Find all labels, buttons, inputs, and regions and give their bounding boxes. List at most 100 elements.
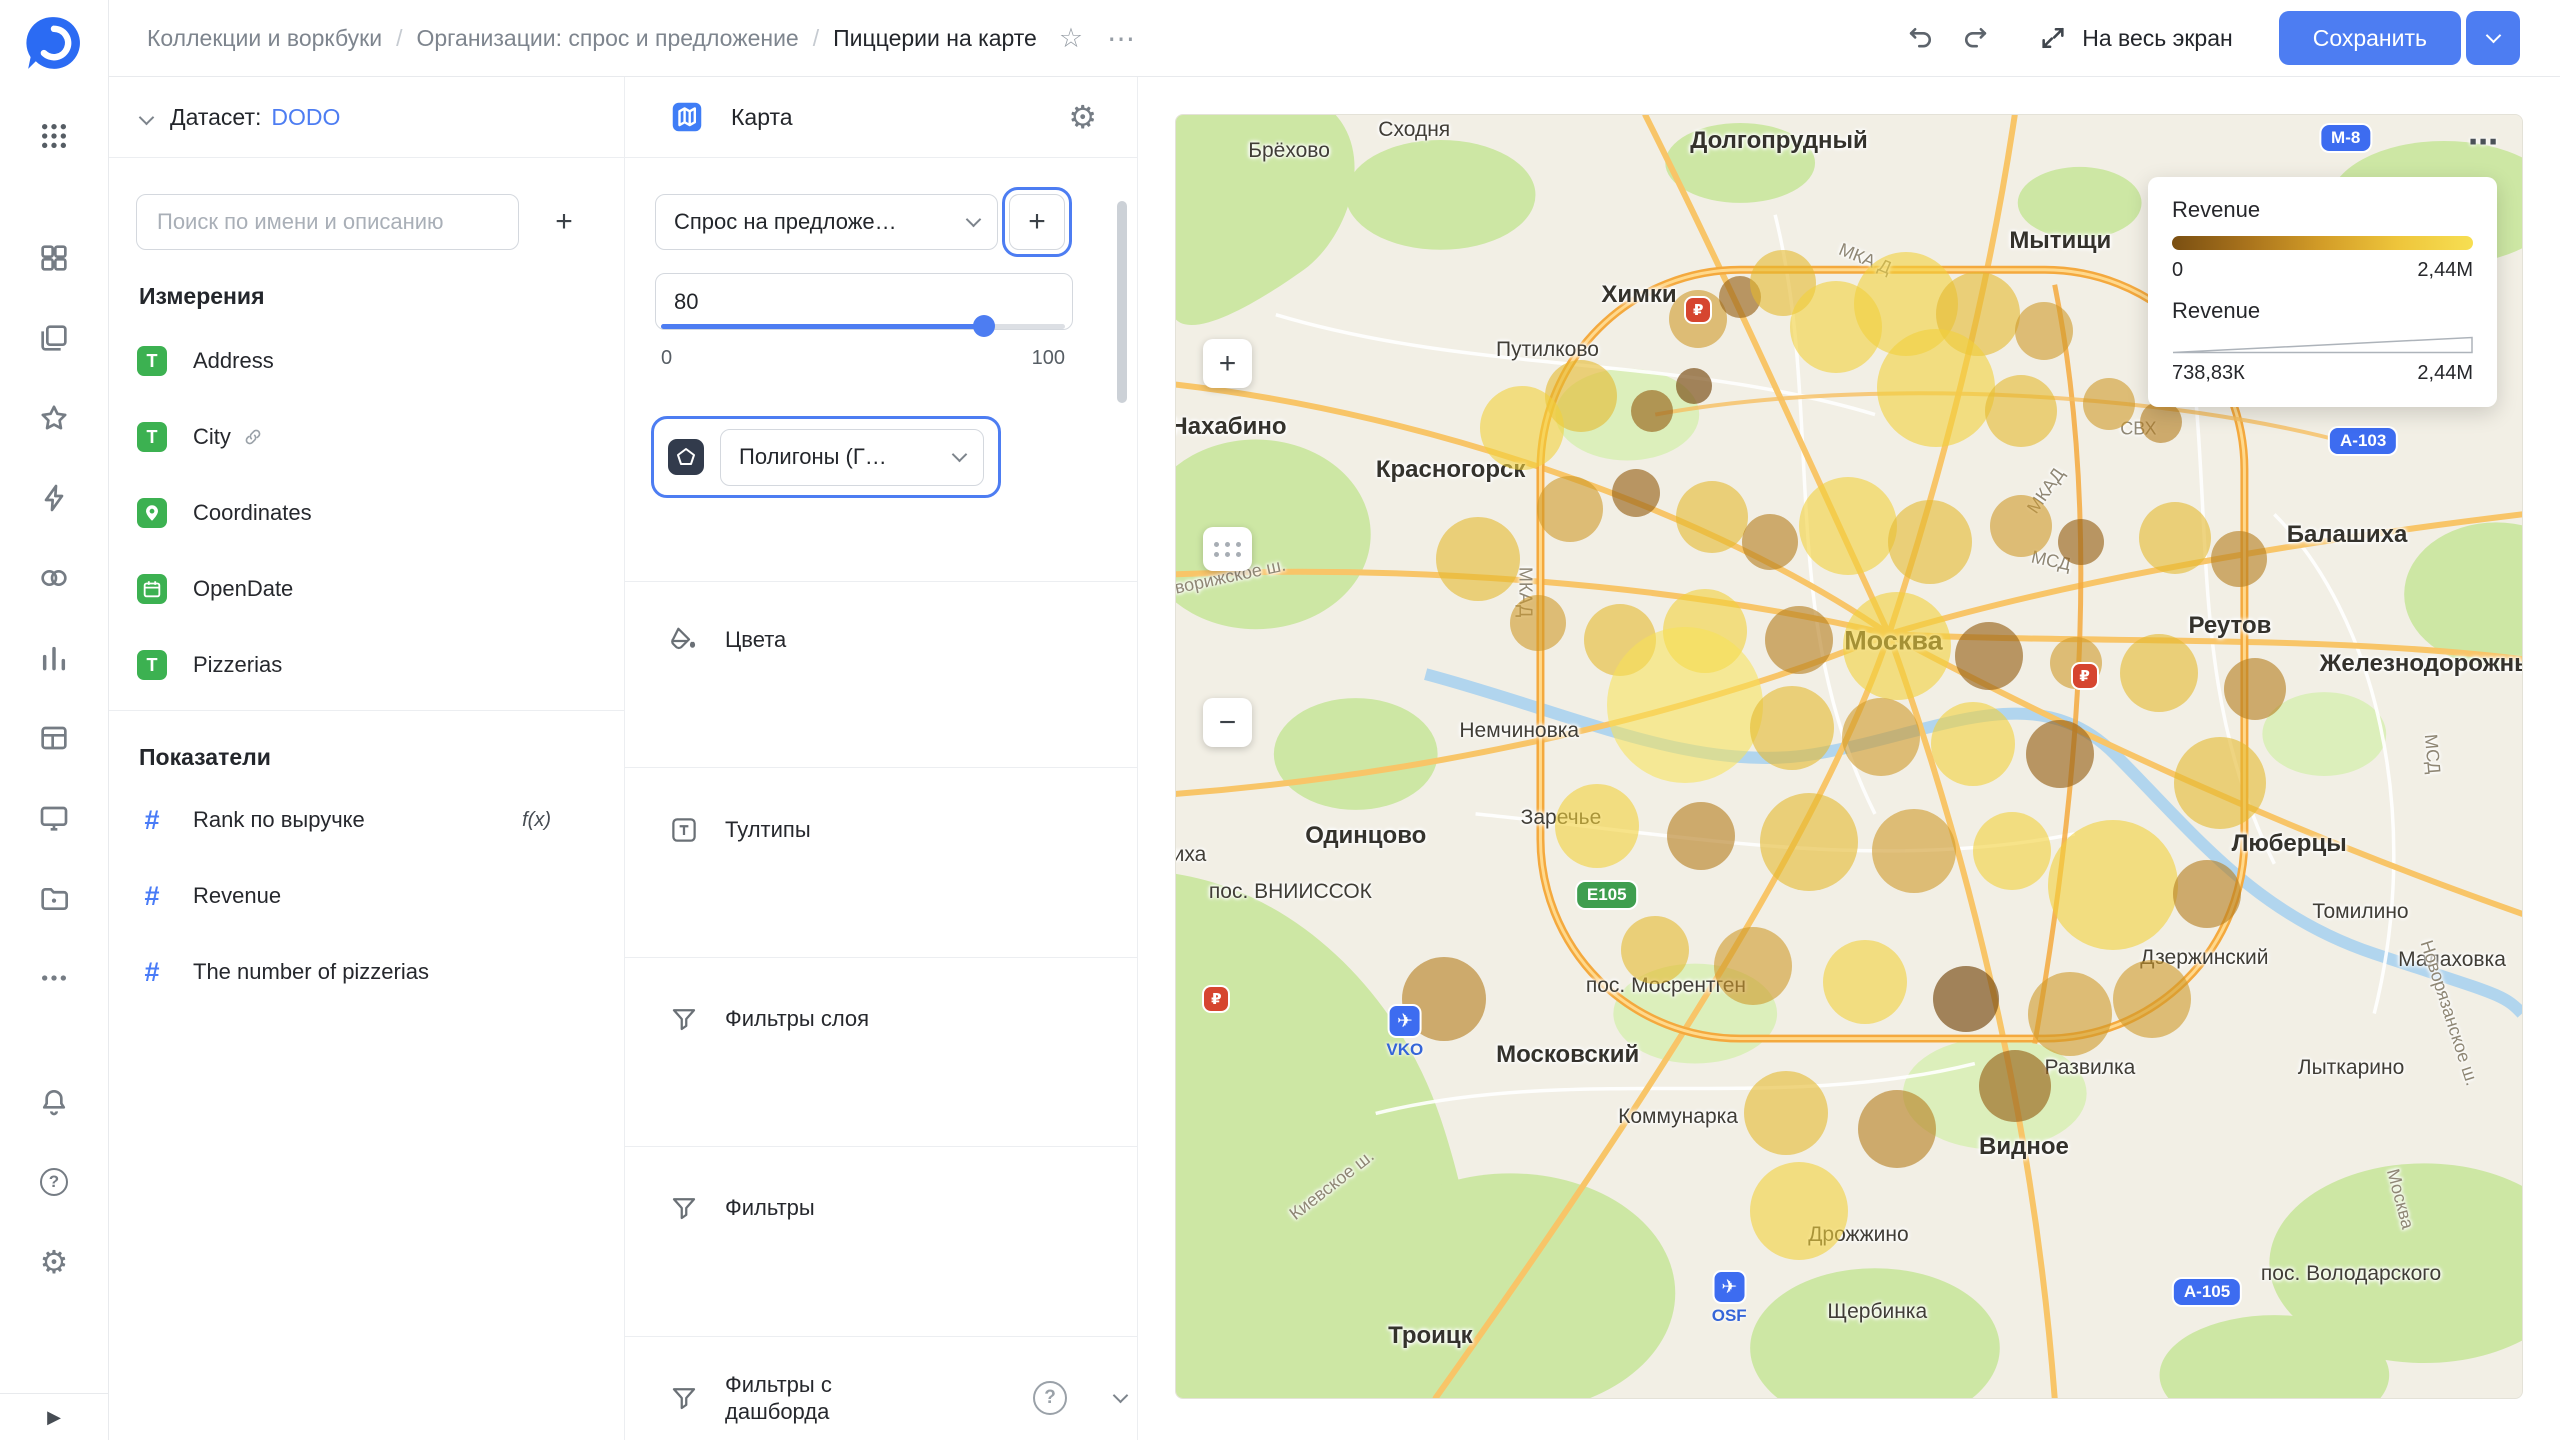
monitoring-icon[interactable]: [31, 796, 77, 840]
section-colors[interactable]: Цвета: [625, 608, 1136, 672]
field-row-revenue[interactable]: # Revenue: [109, 858, 623, 934]
opacity-slider-fill: [661, 324, 985, 329]
field-label: Coordinates: [193, 500, 312, 525]
divider: [625, 957, 1137, 958]
field-search-input[interactable]: [136, 194, 519, 250]
airport-poi[interactable]: ✈ OSF: [1711, 1269, 1747, 1326]
field-row-coordinates[interactable]: Coordinates: [109, 475, 623, 551]
section-label: Фильтры слоя: [725, 1006, 870, 1032]
dashboards-icon[interactable]: [31, 236, 77, 280]
opacity-value: 80: [674, 288, 699, 314]
divider: [625, 581, 1137, 582]
field-label: Rank по выручке: [193, 807, 365, 832]
add-layer-button[interactable]: +: [1009, 194, 1065, 250]
chevron-down-icon: [951, 446, 968, 463]
favorite-star-icon[interactable]: ☆: [1059, 23, 1083, 54]
geopoint-type-icon: [137, 498, 167, 528]
airport-poi[interactable]: ✈ VKO: [1386, 1004, 1423, 1060]
opacity-slider-handle[interactable]: [973, 315, 996, 337]
geotype-focus-ring: Полигоны (Г…: [651, 416, 1001, 498]
divider: [625, 767, 1137, 768]
field-row-city[interactable]: T City: [109, 399, 623, 475]
field-row-pizzerias[interactable]: T Pizzerias: [109, 627, 623, 703]
section-label: Фильтры: [725, 1195, 815, 1221]
fullscreen-label[interactable]: На весь экран: [2082, 25, 2233, 52]
legend-size-min: 738,83К: [2172, 362, 2245, 384]
left-rail: ? ⚙ ▶: [0, 0, 109, 1440]
field-label: OpenDate: [193, 576, 294, 601]
legend-gradient-bar: [2172, 236, 2473, 250]
opacity-input[interactable]: 80: [655, 273, 1073, 330]
redo-icon[interactable]: [1958, 21, 1992, 55]
map-more-icon[interactable]: ⋯: [2468, 125, 2500, 160]
field-label: Pizzerias: [193, 652, 283, 677]
field-row-address[interactable]: T Address: [109, 323, 623, 399]
collapse-rail-button[interactable]: ▶: [0, 1393, 108, 1440]
map-chart-icon[interactable]: [669, 99, 705, 135]
save-split-button: Сохранить: [2278, 11, 2520, 65]
zoom-out-button[interactable]: −: [1203, 698, 1252, 747]
settings-icon[interactable]: ⚙: [31, 1240, 77, 1284]
field-label: Address: [193, 348, 274, 373]
string-type-icon: T: [137, 346, 167, 376]
field-row-rank[interactable]: # Rank по выручке f(x): [109, 782, 623, 858]
breadcrumb-collections[interactable]: Коллекции и воркбуки: [147, 25, 382, 52]
save-button[interactable]: Сохранить: [2278, 11, 2461, 65]
help-circle-icon[interactable]: ?: [1033, 1381, 1067, 1415]
play-icon: ▶: [47, 1406, 61, 1428]
filter-icon: [672, 1388, 696, 1410]
undo-icon[interactable]: [1904, 21, 1938, 55]
section-label: Фильтры с дашборда: [725, 1371, 832, 1425]
settings-scrollbar-thumb[interactable]: [1117, 201, 1127, 403]
road-shield: А-103: [2330, 427, 2397, 454]
chart-type-header: Карта ⚙: [625, 77, 1137, 158]
help-icon[interactable]: ?: [31, 1160, 77, 1204]
toll-road-icon: ₽: [2072, 663, 2097, 688]
app-root: ? ⚙ ▶ Коллекции и воркбуки / Организации…: [0, 0, 2560, 1440]
zoom-drag-handle[interactable]: [1203, 527, 1252, 571]
legend-size-max: 2,44M: [2417, 362, 2473, 384]
field-row-pizzeria-count[interactable]: # The number of pizzerias: [109, 934, 623, 1010]
dataset-panel: Датасет: DODO + Измерения T Address T Ci…: [109, 77, 625, 1440]
road-shield: М-8: [2321, 125, 2371, 152]
more-icon[interactable]: [31, 956, 77, 1000]
section-tooltips[interactable]: Тултипы: [625, 798, 1136, 862]
field-row-opendate[interactable]: OpenDate: [109, 551, 623, 627]
connections-icon[interactable]: [31, 476, 77, 520]
airport-code-label: OSF: [1711, 1305, 1747, 1325]
layer-select[interactable]: Спрос на предложе…: [655, 194, 998, 250]
legend-color-max: 2,44M: [2417, 259, 2473, 281]
chart-settings-gear-icon[interactable]: ⚙: [1068, 101, 1097, 133]
collections-icon[interactable]: [31, 316, 77, 360]
charts-icon[interactable]: [31, 636, 77, 680]
section-layer-filters[interactable]: Фильтры слоя: [625, 987, 1136, 1051]
breadcrumb-workbook[interactable]: Организации: спрос и предложение: [416, 25, 798, 52]
tables-icon[interactable]: [31, 716, 77, 760]
string-type-icon: T: [137, 422, 167, 452]
relations-icon[interactable]: [31, 556, 77, 600]
map-canvas[interactable]: Сходня Долгопрудный Брёхово Мытищи Химки Пути…: [1175, 114, 2523, 1399]
dataset-name-link[interactable]: DODO: [271, 104, 340, 131]
apps-grid-icon[interactable]: [31, 114, 77, 158]
road-shield: Е105: [1576, 882, 1637, 909]
slider-max-label: 100: [1031, 347, 1065, 369]
dataset-collapse-chevron-icon[interactable]: [138, 109, 155, 125]
add-field-button[interactable]: +: [536, 194, 592, 250]
fullscreen-icon[interactable]: [2036, 21, 2070, 55]
save-menu-button[interactable]: [2466, 11, 2520, 65]
chart-canvas: Сходня Долгопрудный Брёхово Мытищи Химки Пути…: [1138, 77, 2560, 1440]
divider: [109, 710, 624, 711]
section-filters[interactable]: Фильтры: [625, 1176, 1136, 1240]
dataset-header: Датасет: DODO: [109, 77, 624, 158]
topbar-actions: На весь экран Сохранить: [1904, 11, 2520, 65]
zoom-in-button[interactable]: +: [1203, 339, 1252, 388]
geotype-select[interactable]: Полигоны (Г…: [720, 428, 984, 486]
field-search-row: +: [136, 194, 592, 250]
page-title: Пиццерии на карте: [833, 24, 1037, 51]
datalens-logo[interactable]: [23, 12, 85, 74]
storage-icon[interactable]: [31, 876, 77, 920]
chart-more-icon[interactable]: ⋯: [1107, 22, 1137, 55]
chart-type-label: Карта: [731, 103, 793, 130]
notifications-icon[interactable]: [31, 1080, 77, 1124]
favorites-icon[interactable]: [31, 396, 77, 440]
